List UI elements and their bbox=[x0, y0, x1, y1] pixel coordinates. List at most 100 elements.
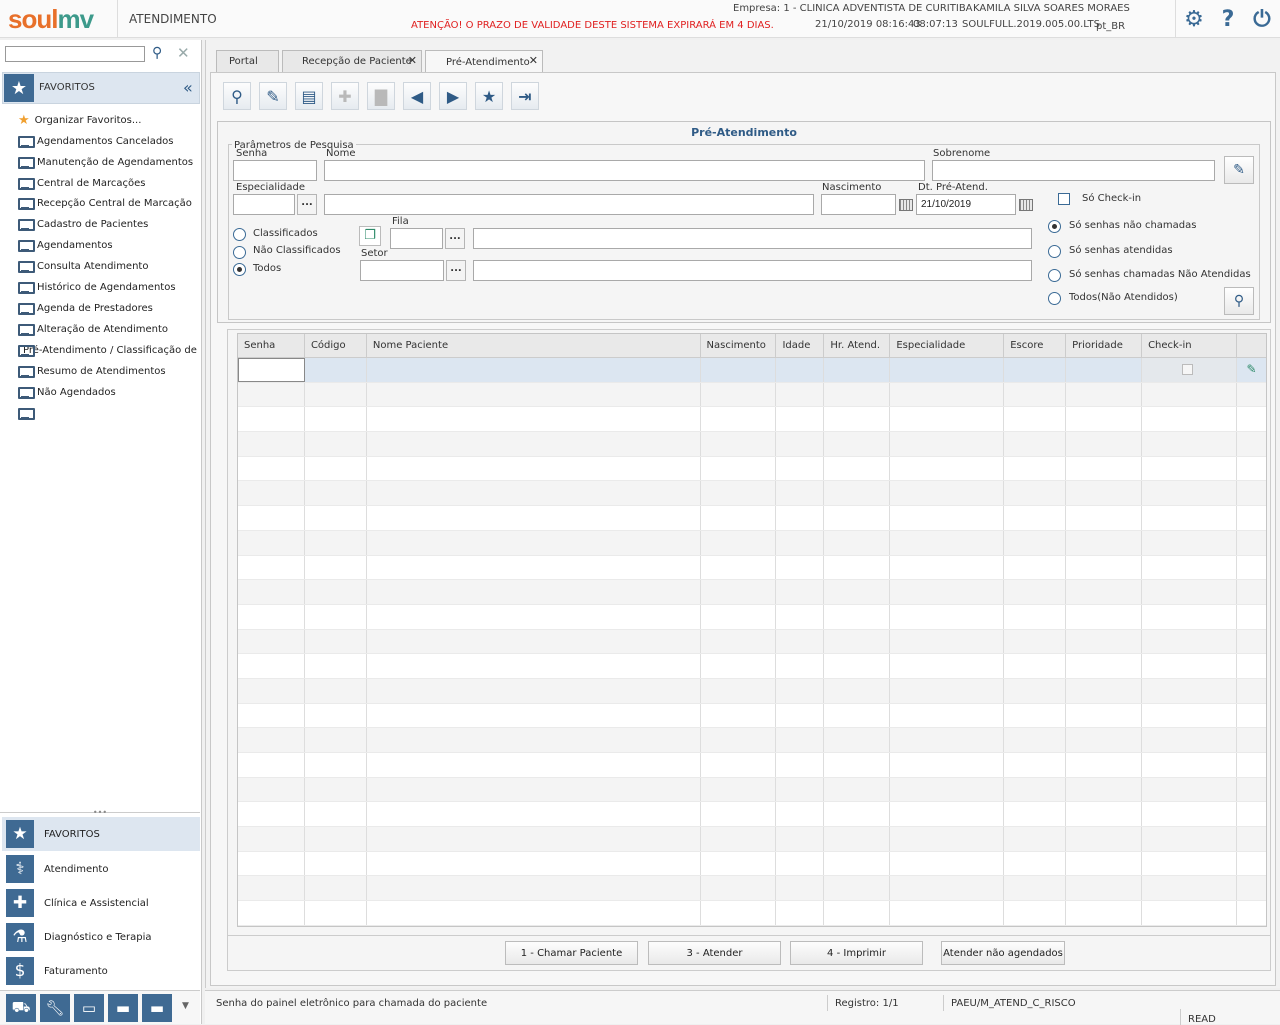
table-row[interactable] bbox=[238, 407, 1266, 433]
menu-item[interactable]: Alteração de Atendimento bbox=[18, 319, 200, 340]
module-faturamento[interactable]: $ Faturamento bbox=[2, 954, 200, 988]
radio-nao-classificados[interactable] bbox=[233, 246, 246, 259]
nome-input[interactable] bbox=[324, 160, 925, 181]
setor-lookup-button[interactable]: ... bbox=[446, 260, 466, 281]
module-atendimento[interactable]: ⚕ Atendimento bbox=[2, 852, 200, 886]
radio-todos[interactable] bbox=[233, 263, 246, 276]
menu-item[interactable]: Agendamentos bbox=[18, 235, 200, 256]
table-row[interactable] bbox=[238, 382, 1266, 408]
menu-item[interactable]: Pré-Atendimento / Classificação de I bbox=[18, 340, 200, 361]
menu-item[interactable]: Central de Marcações bbox=[18, 173, 200, 194]
module-clinica-assistencial[interactable]: ✚ Clínica e Assistencial bbox=[2, 886, 200, 920]
search-button[interactable]: ⚲ bbox=[1224, 287, 1254, 315]
table-row[interactable] bbox=[238, 827, 1266, 852]
search-icon[interactable]: ⚲ bbox=[152, 46, 170, 62]
menu-item[interactable]: Histórico de Agendamentos bbox=[18, 277, 200, 298]
exit-button[interactable]: ⇥ bbox=[511, 82, 539, 110]
col-especialidade[interactable]: Especialidade bbox=[890, 334, 1005, 357]
menu-item[interactable] bbox=[18, 403, 200, 424]
gear-icon[interactable]: ⚙ bbox=[1176, 0, 1212, 38]
help-icon[interactable]: ? bbox=[1210, 0, 1246, 38]
menu-item[interactable]: Cadastro de Pacientes bbox=[18, 214, 200, 235]
table-row[interactable]: ✎ bbox=[238, 358, 1266, 383]
atender-button[interactable]: 3 - Atender bbox=[648, 941, 781, 965]
setor-code-input[interactable] bbox=[360, 260, 444, 281]
menu-item[interactable]: Agendamentos Cancelados bbox=[18, 131, 200, 152]
table-row[interactable] bbox=[238, 753, 1266, 778]
especialidade-lookup-button[interactable]: ... bbox=[297, 194, 317, 215]
col-senha[interactable]: Senha bbox=[238, 334, 305, 357]
previous-button[interactable]: ◀ bbox=[403, 82, 431, 110]
close-icon[interactable]: ✕ bbox=[408, 54, 417, 67]
col-nascimento[interactable]: Nascimento bbox=[701, 334, 777, 357]
monitor-icon[interactable]: ▭ bbox=[74, 994, 104, 1022]
fila-lookup-button[interactable]: ... bbox=[445, 228, 465, 249]
fila-code-input[interactable] bbox=[390, 228, 443, 249]
table-row[interactable] bbox=[238, 432, 1266, 457]
tab-pre-atendimento[interactable]: Pré-Atendimento ✕ bbox=[425, 50, 543, 73]
tab-portal[interactable]: Portal bbox=[216, 50, 279, 72]
module-diagnostico-terapia[interactable]: ⚗ Diagnóstico e Terapia bbox=[2, 920, 200, 954]
save-button[interactable]: ▤ bbox=[295, 82, 323, 110]
table-row[interactable] bbox=[238, 851, 1266, 877]
radio-todos-nao-atendidos[interactable] bbox=[1048, 292, 1061, 305]
table-row[interactable] bbox=[238, 580, 1266, 605]
atender-nao-agendados-button[interactable]: Atender não agendados bbox=[941, 941, 1065, 965]
menu-item[interactable]: Recepção Central de Marcação bbox=[18, 193, 200, 214]
clear-icon[interactable]: ✕ bbox=[177, 44, 193, 62]
table-row[interactable] bbox=[238, 901, 1266, 926]
col-prioridade[interactable]: Prioridade bbox=[1066, 334, 1143, 357]
senha-input[interactable] bbox=[233, 160, 317, 181]
col-nome-paciente[interactable]: Nome Paciente bbox=[367, 334, 701, 357]
folder-icon[interactable]: ▬ bbox=[108, 994, 138, 1022]
senha-cell-input[interactable] bbox=[238, 358, 305, 382]
radio-so-senhas-atendidas[interactable] bbox=[1048, 245, 1061, 258]
menu-search-input[interactable] bbox=[5, 46, 145, 62]
chamar-paciente-button[interactable]: 1 - Chamar Paciente bbox=[505, 941, 638, 965]
table-row[interactable] bbox=[238, 703, 1266, 729]
module-favoritos[interactable]: ★ FAVORITOS bbox=[2, 817, 200, 851]
menu-item[interactable]: Consulta Atendimento bbox=[18, 256, 200, 277]
search-button[interactable]: ⚲ bbox=[223, 82, 251, 110]
truck-icon[interactable]: ⛟ bbox=[6, 994, 36, 1022]
menu-item[interactable]: Manutenção de Agendamentos bbox=[18, 152, 200, 173]
col-escore[interactable]: Escore bbox=[1004, 334, 1067, 357]
close-icon[interactable]: ✕ bbox=[529, 54, 538, 67]
table-row[interactable] bbox=[238, 728, 1266, 753]
menu-item[interactable]: Agenda de Prestadores bbox=[18, 298, 200, 319]
table-row[interactable] bbox=[238, 654, 1266, 679]
table-row[interactable] bbox=[238, 777, 1266, 803]
setor-desc-input[interactable] bbox=[473, 260, 1032, 281]
clear-filters-button[interactable]: ✎ bbox=[1224, 156, 1254, 184]
table-row[interactable] bbox=[238, 506, 1266, 531]
table-row[interactable] bbox=[238, 530, 1266, 556]
copy-icon[interactable]: ❐ bbox=[359, 226, 381, 246]
folder-open-icon[interactable]: ▬ bbox=[142, 994, 172, 1022]
table-row[interactable] bbox=[238, 481, 1266, 507]
table-row[interactable] bbox=[238, 678, 1266, 704]
splitter-handle[interactable]: ••• bbox=[0, 809, 200, 817]
menu-item[interactable]: Não Agendados bbox=[18, 382, 200, 403]
table-row[interactable] bbox=[238, 629, 1266, 655]
menu-item-organizar-favoritos[interactable]: ★ Organizar Favoritos... bbox=[18, 110, 200, 131]
add-button[interactable]: ✚ bbox=[331, 82, 359, 110]
delete-button[interactable]: ▇ bbox=[367, 82, 395, 110]
table-row[interactable] bbox=[238, 802, 1266, 828]
checkin-checkbox[interactable] bbox=[1182, 364, 1194, 375]
col-hr-atend[interactable]: Hr. Atend. bbox=[824, 334, 891, 357]
table-row[interactable] bbox=[238, 876, 1266, 902]
radio-chamadas-nao-atendidas[interactable] bbox=[1048, 269, 1061, 282]
calendar-icon[interactable] bbox=[1019, 199, 1033, 211]
col-codigo[interactable]: Código bbox=[305, 334, 367, 357]
broom-icon[interactable]: ✎ bbox=[1237, 358, 1266, 382]
especialidade-desc-input[interactable] bbox=[324, 194, 814, 215]
menu-item[interactable]: Resumo de Atendimentos bbox=[18, 361, 200, 382]
chevron-down-icon[interactable]: ▼ bbox=[182, 1001, 189, 1011]
especialidade-code-input[interactable] bbox=[233, 194, 295, 215]
next-button[interactable]: ▶ bbox=[439, 82, 467, 110]
power-icon[interactable]: ⏻ bbox=[1244, 0, 1280, 38]
clear-button[interactable]: ✎ bbox=[259, 82, 287, 110]
dt-pre-atend-input[interactable] bbox=[916, 194, 1016, 215]
favorite-button[interactable]: ★ bbox=[475, 82, 503, 110]
col-idade[interactable]: Idade bbox=[776, 334, 825, 357]
